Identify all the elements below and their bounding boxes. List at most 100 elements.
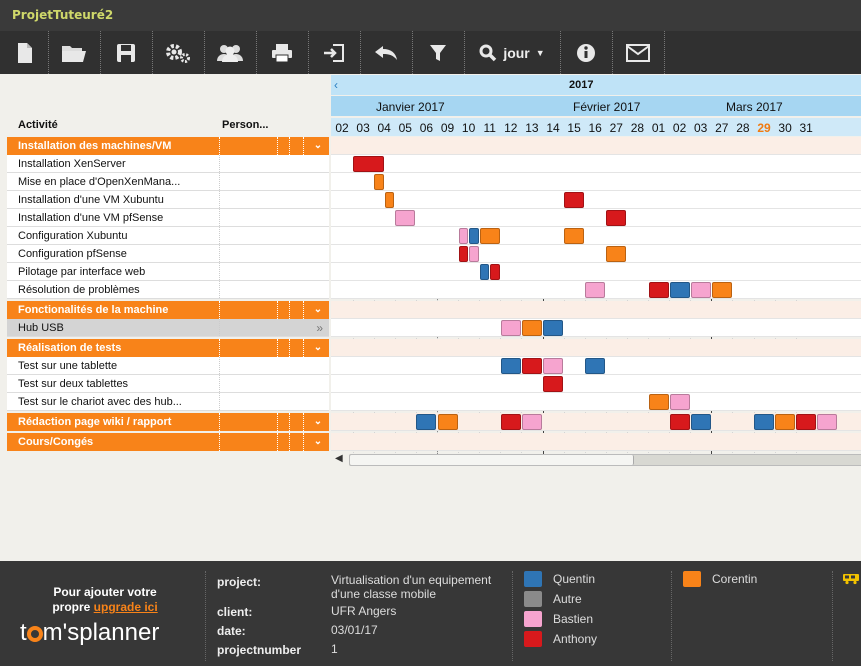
timeline-row[interactable] [331, 319, 861, 337]
task-row[interactable]: Configuration Xubuntu [7, 227, 329, 245]
collapse-chevron-icon[interactable]: ⌄ [311, 415, 325, 429]
timeline-row[interactable] [331, 433, 861, 451]
task-bar[interactable] [500, 358, 521, 374]
task-row[interactable]: Installation d'une VM Xubuntu [7, 191, 329, 209]
task-bar[interactable] [479, 228, 500, 244]
settings-button[interactable] [154, 31, 202, 74]
open-folder-button[interactable] [50, 31, 98, 74]
task-bar[interactable] [543, 320, 564, 336]
horizontal-scrollbar[interactable]: ◀ [331, 453, 861, 467]
day-label: 28 [630, 121, 645, 135]
zoom-dropdown[interactable]: jour ▼ [466, 31, 558, 74]
task-bar[interactable] [500, 320, 521, 336]
group-row[interactable]: Installation des machines/VM ⌄ [7, 137, 329, 155]
group-row[interactable]: Cours/Congés ⌄ [7, 433, 329, 451]
task-row[interactable]: Installation d'une VM pfSense [7, 209, 329, 227]
group-row[interactable]: Rédaction page wiki / rapport ⌄ [7, 413, 329, 431]
collapse-chevron-icon[interactable]: ⌄ [311, 139, 325, 153]
timeline-row[interactable] [331, 375, 861, 393]
undo-button[interactable] [362, 31, 410, 74]
person-column-header[interactable]: Person... [222, 119, 268, 131]
task-row[interactable]: Mise en place d'OpenXenMana... [7, 173, 329, 191]
task-bar[interactable] [521, 320, 542, 336]
task-row[interactable]: Test sur deux tablettes [7, 375, 329, 393]
task-bar[interactable] [606, 246, 627, 262]
task-bar[interactable] [775, 414, 796, 430]
mail-button[interactable] [614, 31, 662, 74]
group-row[interactable]: Réalisation de tests ⌄ [7, 339, 329, 357]
task-bar[interactable] [648, 282, 669, 298]
task-label: Configuration pfSense [18, 248, 127, 260]
task-bar[interactable] [669, 394, 690, 410]
gantt-grid[interactable] [331, 137, 861, 459]
task-bar[interactable] [469, 246, 479, 262]
task-row[interactable]: Configuration pfSense [7, 245, 329, 263]
task-bar[interactable] [690, 414, 711, 430]
task-bar[interactable] [564, 192, 585, 208]
collapse-chevron-icon[interactable]: ⌄ [311, 435, 325, 449]
task-bar[interactable] [437, 414, 458, 430]
task-bar[interactable] [384, 192, 395, 208]
timeline-row[interactable] [331, 173, 861, 191]
timeline-row[interactable] [331, 301, 861, 319]
task-bar[interactable] [669, 282, 690, 298]
team-button[interactable] [206, 31, 254, 74]
task-bar[interactable] [543, 376, 564, 392]
export-button[interactable] [310, 31, 358, 74]
task-bar[interactable] [543, 358, 564, 374]
upgrade-link[interactable]: upgrade ici [94, 600, 158, 614]
task-bar[interactable] [469, 228, 479, 244]
task-bar[interactable] [416, 414, 437, 430]
task-bar[interactable] [353, 156, 384, 172]
task-row[interactable]: Test sur le chariot avec des hub... [7, 393, 329, 411]
task-bar[interactable] [606, 210, 627, 226]
task-bar[interactable] [521, 358, 542, 374]
new-file-button[interactable] [4, 31, 46, 74]
scroll-track[interactable] [349, 454, 861, 466]
task-bar[interactable] [521, 414, 542, 430]
scroll-left-icon[interactable]: ‹ [334, 78, 338, 92]
task-bar[interactable] [458, 246, 469, 262]
task-row[interactable]: Test sur une tablette [7, 357, 329, 375]
task-bar[interactable] [374, 174, 384, 190]
task-bar[interactable] [796, 414, 817, 430]
task-bar[interactable] [395, 210, 416, 226]
task-row[interactable]: Installation XenServer [7, 155, 329, 173]
timeline-row[interactable] [331, 393, 861, 411]
timeline-row[interactable] [331, 155, 861, 173]
scroll-thumb[interactable] [350, 455, 634, 465]
expand-arrow-icon[interactable]: » [316, 321, 323, 335]
timeline-row[interactable] [331, 137, 861, 155]
timeline-row[interactable] [331, 227, 861, 245]
task-bar[interactable] [690, 282, 711, 298]
bus-icon[interactable] [842, 573, 860, 585]
timeline-row[interactable] [331, 339, 861, 357]
collapse-chevron-icon[interactable]: ⌄ [311, 341, 325, 355]
task-row[interactable]: Pilotage par interface web [7, 263, 329, 281]
task-bar[interactable] [458, 228, 469, 244]
print-button[interactable] [258, 31, 306, 74]
task-row[interactable]: Résolution de problèmes [7, 281, 329, 299]
save-button[interactable] [102, 31, 150, 74]
task-bar[interactable] [585, 358, 606, 374]
task-bar[interactable] [817, 414, 838, 430]
task-bar[interactable] [669, 414, 690, 430]
task-bar[interactable] [711, 282, 732, 298]
task-bar[interactable] [500, 414, 521, 430]
filter-button[interactable] [414, 31, 462, 74]
scroll-left-arrow-icon[interactable]: ◀ [335, 453, 343, 464]
task-bar[interactable] [754, 414, 775, 430]
task-bar[interactable] [648, 394, 669, 410]
collapse-chevron-icon[interactable]: ⌄ [311, 303, 325, 317]
day-label: 14 [546, 121, 560, 135]
timeline-row[interactable] [331, 263, 861, 281]
timeline-row[interactable] [331, 191, 861, 209]
task-bar[interactable] [479, 264, 490, 280]
task-bar[interactable] [490, 264, 500, 280]
task-row[interactable]: Hub USB » [7, 319, 329, 337]
group-row[interactable]: Fonctionalités de la machine ⌄ [7, 301, 329, 319]
timeline-row[interactable] [331, 245, 861, 263]
info-button[interactable] [562, 31, 610, 74]
task-bar[interactable] [564, 228, 585, 244]
task-bar[interactable] [585, 282, 606, 298]
